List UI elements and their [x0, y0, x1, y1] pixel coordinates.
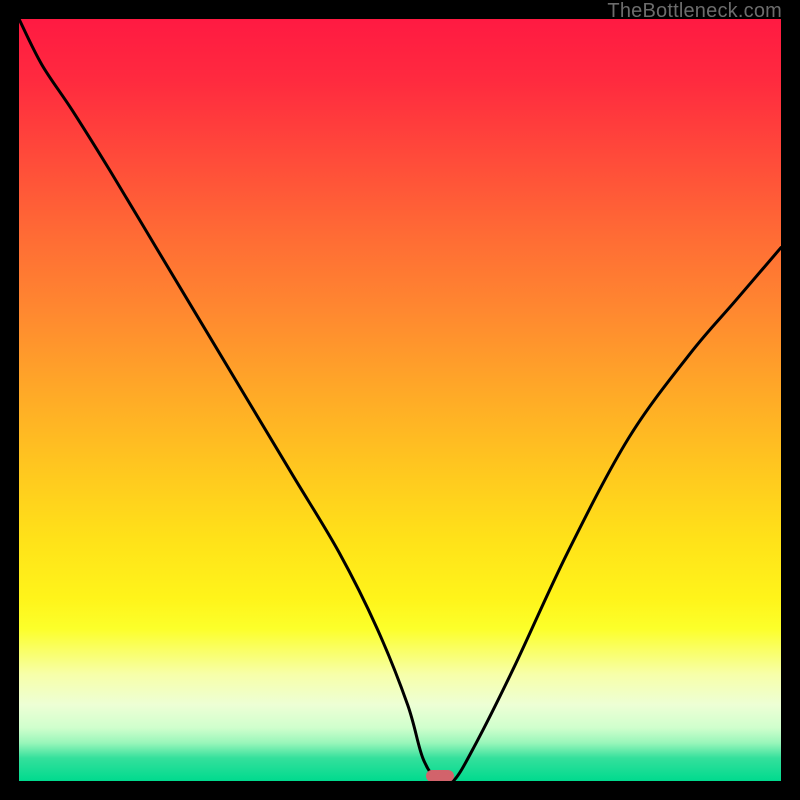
- chart-stage: TheBottleneck.com: [0, 0, 800, 800]
- plot-area: [19, 19, 781, 781]
- optimal-marker: [426, 770, 454, 781]
- bottleneck-curve: [19, 19, 781, 781]
